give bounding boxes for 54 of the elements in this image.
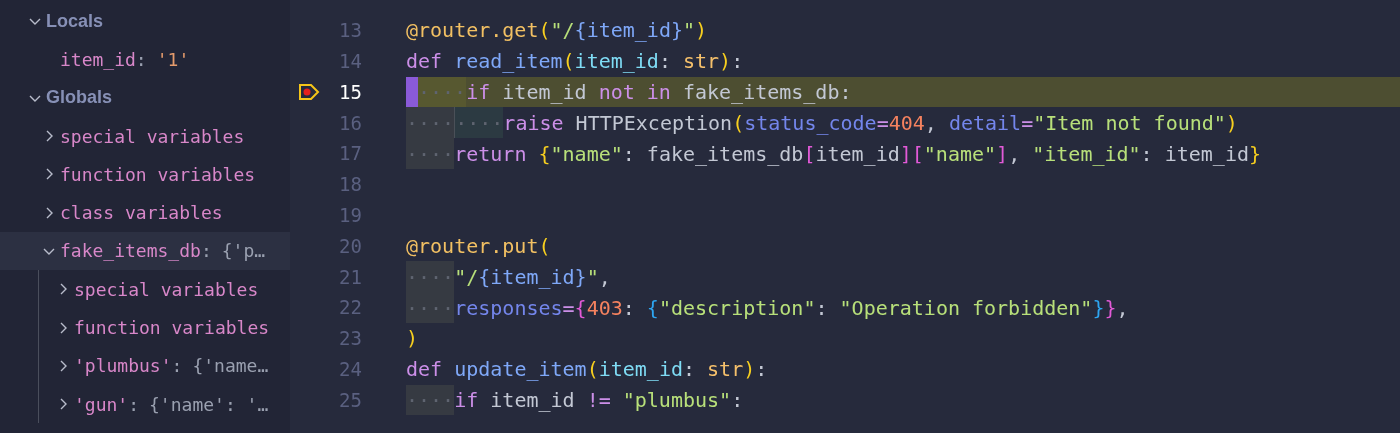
line-number: 23 (338, 326, 362, 352)
variable-row[interactable]: function variables (0, 155, 290, 194)
variable-value: {'name… (192, 354, 269, 379)
line-number: 24 (338, 356, 362, 382)
line-number: 15 (338, 79, 362, 105)
code-line: def update_item(item_id: str): (406, 356, 769, 384)
separator: : (200, 239, 212, 264)
variable-value: '1' (156, 47, 190, 72)
variable-name: special variables (74, 277, 259, 302)
variable-value: {'p… (221, 239, 266, 264)
variable-row[interactable]: item_id: '1' (0, 40, 290, 79)
separator: : (135, 47, 147, 72)
variable-row[interactable]: special variables (0, 116, 290, 156)
variable-row[interactable]: Locals (0, 2, 290, 41)
variable-name: function variables (60, 162, 256, 187)
code-line: @router.put( (406, 232, 552, 260)
variable-row[interactable]: special variables (0, 270, 290, 309)
separator: : (171, 354, 183, 379)
variable-name: fake_items_db (60, 239, 201, 264)
line-number: 14 (338, 48, 362, 74)
variable-name: function variables (74, 316, 270, 340)
line-number: 22 (338, 295, 362, 321)
line-number: 25 (338, 387, 362, 413)
code-line: ····responses={403: {"description": "Operation forbidden"}}, (406, 292, 1400, 323)
scope-label: Globals (46, 86, 112, 110)
variable-row[interactable]: 'plumbus': {'name… (0, 346, 290, 385)
variable-row[interactable]: fake_items_db: {'p… (0, 231, 290, 271)
line-number: 17 (338, 141, 362, 167)
variable-row[interactable]: class variables (0, 193, 290, 232)
code-line: ) (406, 325, 420, 353)
variable-name: class variables (60, 201, 223, 226)
variable-name: item_id (60, 47, 136, 72)
variable-row[interactable]: 'gun': {'name': '… (0, 384, 290, 424)
scope-label: Locals (46, 9, 104, 33)
variable-name: special variables (60, 124, 245, 149)
line-number: 13 (338, 18, 362, 44)
variable-row[interactable]: Globals (0, 78, 290, 117)
line-number: 18 (338, 172, 362, 198)
code-line: @router.get("/{item_id}") (406, 17, 709, 45)
breakpoint-icon[interactable] (298, 83, 320, 101)
variable-row[interactable]: function variables (0, 308, 290, 347)
code-line: ····return {"name": fake_items_db[item_id]["name"], "item_id": item_id} (406, 138, 1400, 169)
line-number: 19 (338, 202, 362, 228)
variable-value: {'name': '… (149, 392, 269, 417)
code-line: ········raise HTTPException(status_code=404, detail="Item not found") (406, 107, 1400, 139)
separator: : (128, 392, 140, 417)
line-number: 16 (338, 110, 362, 136)
code-line: ····"/{item_id}", (406, 261, 1400, 293)
code-line: def read_item(item_id: str): (406, 48, 745, 76)
line-number: 21 (338, 264, 362, 290)
code-line: ····if item_id != "plumbus": (406, 384, 1400, 416)
line-number: 20 (338, 233, 362, 259)
variable-name: 'plumbus' (74, 354, 172, 379)
variable-name: 'gun' (74, 392, 129, 417)
